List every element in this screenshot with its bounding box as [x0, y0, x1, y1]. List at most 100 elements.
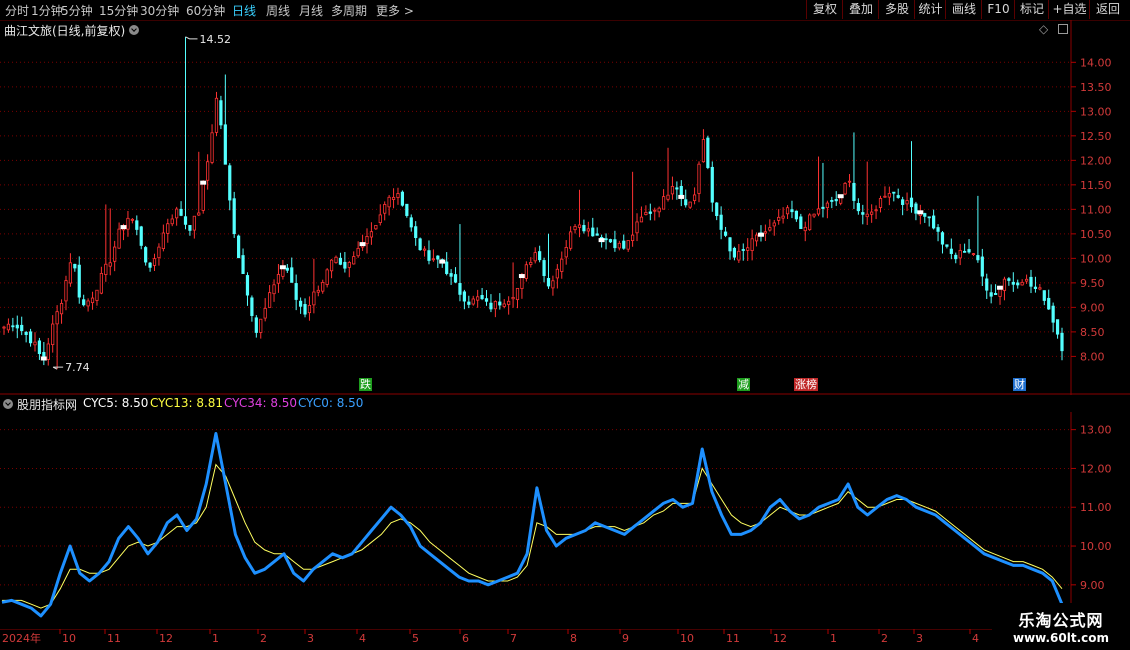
- candle-body: [967, 249, 971, 253]
- period-weekly[interactable]: 周线: [266, 2, 290, 19]
- candle-body: [874, 209, 878, 212]
- candle-body: [1042, 290, 1046, 301]
- candle-body: [728, 237, 732, 252]
- price-tick-label: 12.50: [1080, 130, 1112, 143]
- candle-body: [15, 324, 19, 329]
- draw-line-button[interactable]: 画线: [945, 0, 982, 19]
- multi-stock-button[interactable]: 多股: [878, 0, 915, 19]
- candle-body: [117, 228, 121, 249]
- candle-body: [945, 244, 949, 247]
- period-monthly[interactable]: 月线: [299, 2, 323, 19]
- candle-body: [316, 289, 320, 293]
- candle-body: [321, 281, 325, 292]
- candle-body: [1051, 305, 1055, 323]
- candle-body: [223, 124, 227, 165]
- period-60min[interactable]: 60分钟: [186, 2, 225, 19]
- month-label: 2: [881, 632, 888, 645]
- candle-body: [901, 199, 905, 205]
- watermark: 乐淘公式网 www.60lt.com: [992, 603, 1130, 650]
- candle-body: [347, 262, 351, 268]
- trade-marker: [598, 238, 605, 243]
- candle-body: [1047, 297, 1051, 310]
- candle-body: [290, 267, 294, 283]
- indicator-tick-label: 12.00: [1080, 462, 1112, 475]
- candle-body: [666, 194, 670, 200]
- candle-body: [715, 202, 719, 217]
- candle-body: [1011, 281, 1015, 285]
- candle-body: [657, 207, 661, 213]
- candle-body: [878, 198, 883, 208]
- trade-marker: [439, 259, 446, 264]
- candle-body: [405, 203, 409, 216]
- trade-marker: [917, 210, 924, 215]
- candle-body: [985, 278, 989, 291]
- month-label: 4: [972, 632, 979, 645]
- period-5min[interactable]: 5分钟: [61, 2, 93, 19]
- period-more[interactable]: 更多 >: [376, 2, 414, 19]
- price-tick-label: 8.50: [1080, 326, 1105, 339]
- candle-body: [59, 303, 64, 315]
- price-tick-label: 10.50: [1080, 228, 1112, 241]
- period-multi[interactable]: 多周期: [331, 2, 367, 19]
- period-1min[interactable]: 1分钟: [31, 2, 63, 19]
- mark-button[interactable]: 标记: [1014, 0, 1049, 19]
- candle-body: [688, 201, 692, 208]
- price-tick-label: 9.00: [1080, 301, 1105, 314]
- candle-body: [870, 211, 874, 215]
- watermark-url: www.60lt.com: [1012, 631, 1110, 645]
- candle-body: [152, 258, 157, 266]
- add-watchlist-button[interactable]: +自选: [1048, 0, 1090, 19]
- candle-body: [352, 256, 356, 265]
- candle-body: [608, 239, 613, 243]
- candle-body: [963, 250, 967, 253]
- candle-body: [144, 247, 148, 263]
- candle-body: [719, 214, 723, 230]
- candle-body: [865, 213, 869, 218]
- candle-body: [77, 264, 81, 298]
- period-fenshi[interactable]: 分时: [5, 2, 29, 19]
- cyc0-line: [1, 432, 1064, 618]
- candle-body: [1016, 282, 1020, 286]
- candle-body: [188, 225, 192, 231]
- period-15min[interactable]: 15分钟: [99, 2, 138, 19]
- candle-body: [104, 263, 108, 275]
- candle-body: [263, 307, 267, 319]
- period-30min[interactable]: 30分钟: [140, 2, 179, 19]
- candle-body: [73, 263, 77, 269]
- event-marker-cai[interactable]: 财: [1013, 378, 1026, 391]
- event-marker-die[interactable]: 跌: [359, 378, 372, 391]
- candle-body: [799, 216, 803, 229]
- candle-body: [856, 203, 860, 212]
- candle-body: [507, 300, 511, 305]
- candle-body: [538, 251, 542, 261]
- candle-body: [542, 260, 546, 277]
- event-marker-jian[interactable]: 减: [737, 378, 750, 391]
- candle-body: [11, 325, 15, 328]
- candle-body: [923, 213, 927, 217]
- candle-body: [754, 234, 759, 242]
- candle-body: [51, 323, 55, 346]
- candle-body: [684, 199, 688, 206]
- candle-body: [37, 340, 42, 355]
- candle-body: [883, 195, 887, 198]
- candle-body: [396, 193, 400, 198]
- month-label: 7: [510, 632, 517, 645]
- candle-body: [458, 283, 462, 295]
- stats-button[interactable]: 统计: [914, 0, 946, 19]
- price-tick-label: 8.00: [1080, 350, 1105, 363]
- back-button[interactable]: 返回: [1089, 0, 1126, 19]
- candle-body: [161, 232, 165, 249]
- candle-body: [993, 293, 998, 295]
- month-label: 12: [773, 632, 787, 645]
- fuquan-button[interactable]: 复权: [806, 0, 843, 19]
- event-marker-zhangbang[interactable]: 涨榜: [794, 378, 818, 391]
- indicator-name[interactable]: 股朋指标网: [17, 396, 77, 413]
- candle-body: [1020, 281, 1024, 286]
- month-label: 11: [107, 632, 121, 645]
- period-daily[interactable]: 日线: [232, 2, 256, 19]
- indicator-menu-icon[interactable]: [3, 399, 13, 409]
- candle-body: [670, 185, 675, 195]
- candle-body: [387, 196, 391, 208]
- f10-button[interactable]: F10: [981, 0, 1015, 19]
- overlay-button[interactable]: 叠加: [842, 0, 879, 19]
